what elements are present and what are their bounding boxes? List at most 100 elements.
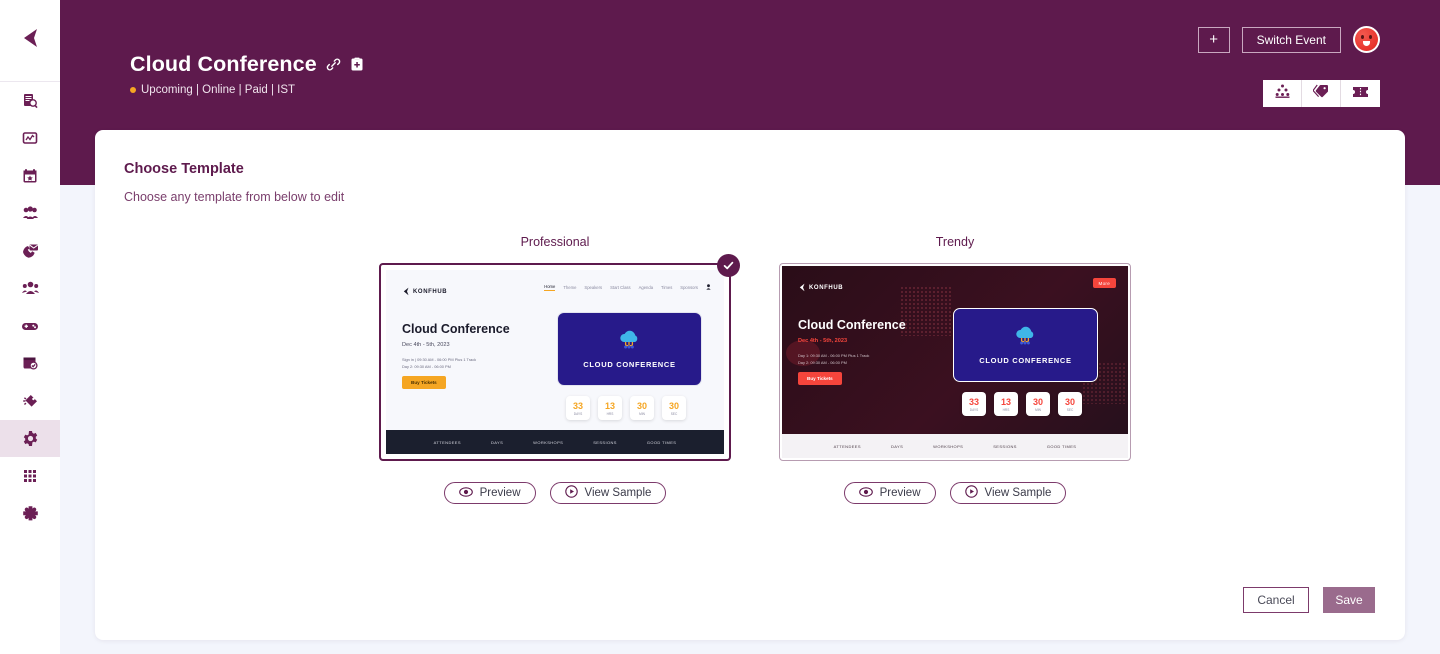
add-button[interactable]: +	[1197, 26, 1230, 53]
thumb-footer-item: ATTENDEES	[433, 439, 461, 445]
switch-event-button[interactable]: Switch Event	[1241, 26, 1341, 53]
panel-subtitle: Choose any template from below to edit	[124, 190, 345, 204]
sidebar-item-settings[interactable]	[0, 419, 60, 457]
countdown-unit: 30 MIN	[1026, 392, 1050, 416]
preview-button[interactable]: Preview	[843, 482, 936, 504]
thumb-nav-item: Sponsors	[680, 285, 698, 290]
countdown-label: HRS	[606, 411, 614, 416]
sidebar-item-events[interactable]	[0, 157, 60, 195]
countdown-label: MIN	[639, 411, 645, 416]
template-thumbnail-frame[interactable]: KONFHUB More Cloud Conference Dec 4th - …	[779, 263, 1131, 461]
grid-apps-icon	[22, 468, 38, 484]
countdown-unit: 30 SEC	[662, 396, 686, 420]
thumb-meta: Sign in | 09:30 AM - 06:00 PM Plus 1 Tra…	[402, 356, 476, 370]
ticket-tag-icon	[22, 393, 39, 409]
template-card-trendy[interactable]: Trendy KONFHUB More Cloud Conference Dec…	[779, 235, 1131, 504]
thumb-cta-button: Buy Tickets	[798, 372, 842, 385]
thumb-footer: ATTENDEES DAYS WORKSHOPS SESSIONS GOOD T…	[782, 434, 1128, 458]
save-button[interactable]: Save	[1323, 587, 1375, 613]
sidebar-item-speakers[interactable]	[0, 270, 60, 308]
countdown-value: 13	[604, 400, 615, 411]
sidebar-item-apps[interactable]	[0, 457, 60, 495]
thumb-hero-title: CLOUD CONFERENCE	[583, 359, 676, 369]
sidebar-item-reports[interactable]	[0, 82, 60, 120]
countdown-unit: 30 MIN	[630, 396, 654, 420]
template-thumbnail-frame[interactable]: KONFHUB Home Theme Speakers Start Class …	[379, 254, 740, 461]
gear-icon	[22, 430, 39, 447]
header-actions: + Switch Event	[1197, 26, 1380, 53]
choose-template-panel: Choose Template Choose any template from…	[95, 130, 1405, 640]
ticket-icon	[1352, 85, 1369, 103]
thumb-countdown: 33 DAYS 13 HRS 30 MIN 30 SEC	[566, 396, 686, 420]
template-card-professional[interactable]: Professional KONFHUB Home Theme Speakers…	[379, 235, 740, 504]
avatar[interactable]	[1353, 26, 1380, 53]
thumb-footer-item: GOOD TIMES	[1046, 443, 1077, 449]
header-icon-tabs	[1263, 80, 1380, 107]
sidebar-item-audience[interactable]	[0, 195, 60, 233]
countdown-label: MIN	[1035, 407, 1041, 412]
thumb-footer-item: SESSIONS	[993, 443, 1017, 449]
konfhub-chevron-logo-icon	[798, 279, 806, 297]
wallet-check-icon	[22, 355, 38, 371]
thumb-hero-title: CLOUD CONFERENCE	[979, 355, 1072, 365]
view-sample-button[interactable]: View Sample	[949, 482, 1067, 504]
thumb-logo-text: KONFHUB	[809, 285, 844, 291]
konfhub-chevron-logo-icon	[402, 283, 410, 301]
dot-pattern-decoration	[900, 286, 952, 336]
tab-tickets[interactable]	[1341, 80, 1380, 107]
document-search-icon	[22, 93, 38, 109]
countdown-value: 30	[1032, 396, 1043, 407]
tab-tiers[interactable]	[1263, 80, 1302, 107]
audience-tiers-icon	[1275, 84, 1290, 103]
thumb-nav-item: Speakers	[584, 285, 603, 290]
thumb-heading: Cloud Conference	[402, 322, 510, 336]
thumb-nav-item: Agenda	[638, 285, 654, 290]
sidebar-item-payments[interactable]	[0, 345, 60, 383]
countdown-label: DAYS	[573, 411, 583, 416]
tab-pricing[interactable]	[1302, 80, 1341, 107]
link-icon[interactable]	[326, 57, 341, 72]
check-circle-icon[interactable]	[717, 254, 740, 277]
sidebar-item-integrations[interactable]	[0, 495, 60, 533]
thumb-footer-item: WORKSHOPS	[933, 443, 964, 449]
sidebar-item-gamification[interactable]	[0, 307, 60, 345]
sidebar-item-communications[interactable]	[0, 232, 60, 270]
thumb-footer-item: WORKSHOPS	[533, 439, 564, 445]
thumb-nav-item: Home	[544, 284, 556, 291]
template-card-actions: Preview View Sample	[379, 482, 731, 504]
view-sample-button[interactable]: View Sample	[549, 482, 667, 504]
eye-icon	[458, 486, 473, 500]
play-circle-icon	[564, 485, 578, 501]
thumb-footer-item: ATTENDEES	[833, 443, 861, 449]
thumb-footer-item: DAYS	[490, 439, 504, 445]
preview-button[interactable]: Preview	[443, 482, 536, 504]
thumb-footer: ATTENDEES DAYS WORKSHOPS SESSIONS GOOD T…	[386, 430, 724, 454]
cancel-button[interactable]: Cancel	[1243, 587, 1309, 613]
sidebar-item-analytics[interactable]	[0, 120, 60, 158]
user-avatar-icon	[1355, 28, 1378, 51]
view-sample-button-label: View Sample	[584, 487, 652, 499]
countdown-unit: 13 HRS	[994, 392, 1018, 416]
eye-icon	[858, 486, 873, 500]
thumb-meta-line: Day 1: 09:30 AM - 06:00 PM Plus 1 Track	[798, 353, 870, 358]
sidebar-item-coupons[interactable]	[0, 382, 60, 420]
countdown-label: SEC	[670, 411, 678, 416]
thumb-meta-line: Sign in | 09:30 AM - 06:00 PM Plus 1 Tra…	[402, 357, 477, 362]
thumb-heading: Cloud Conference	[798, 318, 906, 332]
copy-document-icon[interactable]	[350, 57, 364, 72]
preview-button-label: Preview	[879, 487, 921, 499]
puzzle-cross-icon	[22, 505, 39, 522]
event-status-line: Upcoming | Online | Paid | IST	[130, 84, 364, 96]
thumb-footer-item: GOOD TIMES	[646, 439, 677, 445]
thumb-hero-card: CLOUD CONFERENCE	[953, 308, 1098, 382]
thumb-nav: Home Theme Speakers Start Class Agenda T…	[544, 284, 711, 291]
price-tag-icon	[1312, 84, 1329, 103]
thumb-more-button: More	[1092, 278, 1116, 288]
people-group-icon	[22, 205, 39, 221]
thumb-logo: KONFHUB	[798, 279, 843, 297]
status-badge: Upcoming | Online | Paid | IST	[141, 84, 296, 96]
countdown-unit: 13 HRS	[598, 396, 622, 420]
analytics-chart-icon	[22, 130, 38, 146]
thumb-meta: Day 1: 09:30 AM - 06:00 PM Plus 1 Track …	[798, 352, 869, 366]
sidebar-back-button[interactable]	[0, 0, 60, 82]
